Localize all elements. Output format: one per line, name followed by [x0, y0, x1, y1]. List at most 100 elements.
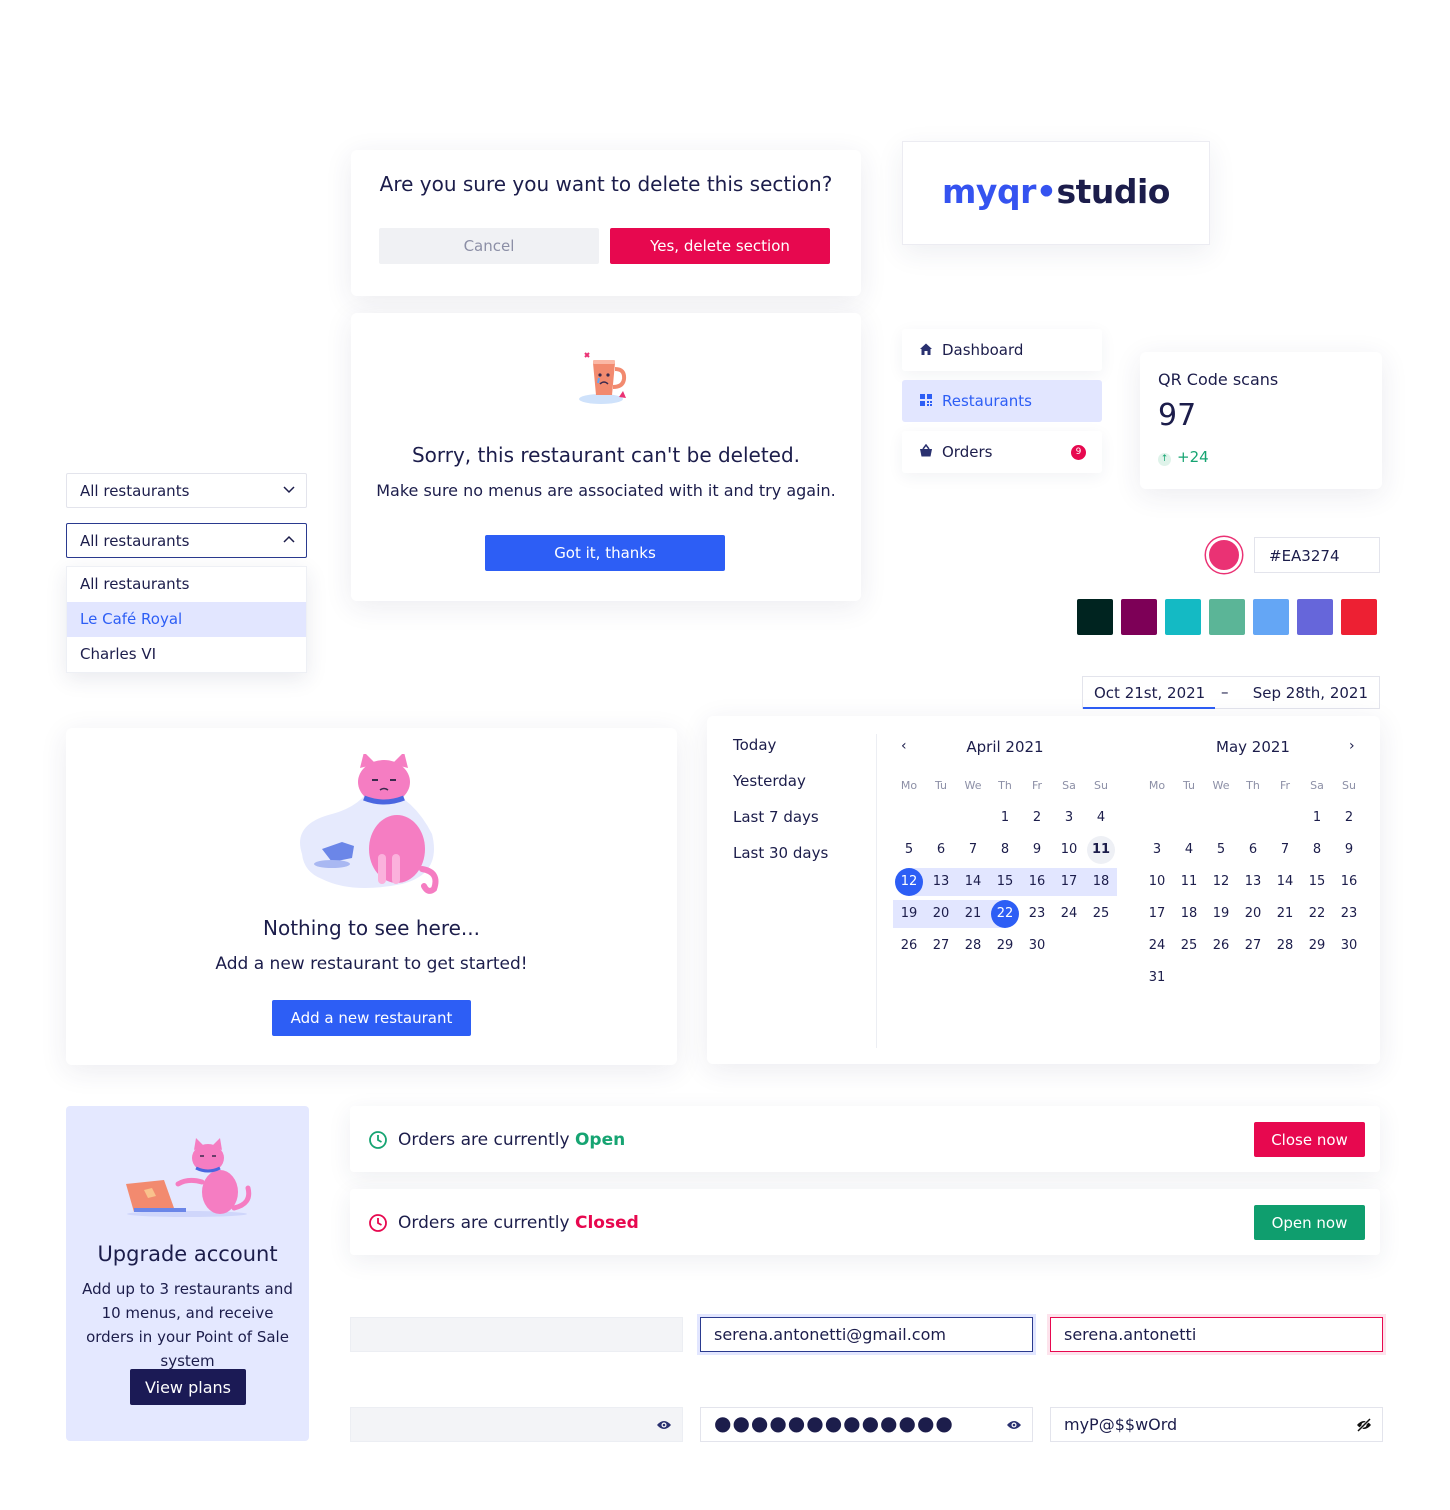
- calendar-day[interactable]: 31: [1141, 964, 1173, 992]
- calendar-day[interactable]: 25: [1173, 932, 1205, 960]
- date-range-end[interactable]: Sep 28th, 2021: [1253, 684, 1368, 702]
- open-now-button[interactable]: Open now: [1254, 1205, 1365, 1240]
- eye-icon[interactable]: [656, 1418, 672, 1432]
- color-swatch[interactable]: [1077, 599, 1113, 635]
- calendar-day[interactable]: 12: [1205, 868, 1237, 896]
- nav-restaurants[interactable]: Restaurants: [902, 380, 1102, 422]
- calendar-day[interactable]: 7: [1269, 836, 1301, 864]
- calendar-day[interactable]: 30: [1021, 932, 1053, 960]
- calendar-day[interactable]: 13: [1237, 868, 1269, 896]
- view-plans-button[interactable]: View plans: [130, 1369, 246, 1405]
- eye-off-icon[interactable]: [1356, 1418, 1372, 1432]
- calendar-day[interactable]: 18: [1173, 900, 1205, 928]
- date-range-start[interactable]: Oct 21st, 2021: [1094, 684, 1205, 702]
- calendar-day[interactable]: 27: [1237, 932, 1269, 960]
- color-swatch[interactable]: [1165, 599, 1201, 635]
- calendar-day[interactable]: 6: [1237, 836, 1269, 864]
- color-swatch[interactable]: [1341, 599, 1377, 635]
- nav-dashboard[interactable]: Dashboard: [902, 329, 1102, 371]
- calendar-day[interactable]: 3: [1053, 804, 1085, 832]
- confirm-delete-button[interactable]: Yes, delete section: [610, 228, 830, 264]
- calendar-day[interactable]: 20: [1237, 900, 1269, 928]
- preset-yesterday[interactable]: Yesterday: [733, 772, 806, 790]
- cancel-button[interactable]: Cancel: [379, 228, 599, 264]
- dropdown-option-selected[interactable]: Le Café Royal: [67, 602, 306, 637]
- add-restaurant-button[interactable]: Add a new restaurant: [272, 1000, 471, 1036]
- dropdown-option[interactable]: Charles VI: [67, 637, 306, 672]
- calendar-day[interactable]: 11: [1173, 868, 1205, 896]
- calendar-day[interactable]: 19: [1205, 900, 1237, 928]
- calendar-day[interactable]: 13: [925, 868, 957, 896]
- calendar-day[interactable]: 15: [1301, 868, 1333, 896]
- calendar-day[interactable]: 26: [893, 932, 925, 960]
- color-swatch[interactable]: [1209, 599, 1245, 635]
- calendar-day[interactable]: 8: [1301, 836, 1333, 864]
- calendar-day[interactable]: 17: [1141, 900, 1173, 928]
- calendar-day[interactable]: 21: [957, 900, 989, 928]
- calendar-day[interactable]: 29: [1301, 932, 1333, 960]
- calendar-day[interactable]: 23: [1333, 900, 1365, 928]
- calendar-day[interactable]: 1: [1301, 804, 1333, 832]
- color-swatch[interactable]: [1253, 599, 1289, 635]
- restaurant-select[interactable]: All restaurants: [66, 473, 307, 508]
- calendar-day[interactable]: 19: [893, 900, 925, 928]
- color-swatch[interactable]: [1297, 599, 1333, 635]
- calendar-day[interactable]: 9: [1333, 836, 1365, 864]
- preset-last-7-days[interactable]: Last 7 days: [733, 808, 819, 826]
- preset-last-30-days[interactable]: Last 30 days: [733, 844, 828, 862]
- calendar-day[interactable]: 5: [893, 836, 925, 864]
- nav-orders[interactable]: Orders 9: [902, 431, 1102, 473]
- calendar-day[interactable]: 27: [925, 932, 957, 960]
- disabled-text-input[interactable]: [350, 1317, 683, 1352]
- color-swatch[interactable]: [1121, 599, 1157, 635]
- calendar-day[interactable]: 22: [989, 900, 1021, 928]
- calendar-day[interactable]: 14: [957, 868, 989, 896]
- calendar-day[interactable]: 8: [989, 836, 1021, 864]
- calendar-day[interactable]: 22: [1301, 900, 1333, 928]
- email-field-error[interactable]: serena.antonetti: [1050, 1317, 1383, 1352]
- calendar-day[interactable]: 24: [1141, 932, 1173, 960]
- calendar-day[interactable]: 29: [989, 932, 1021, 960]
- hex-color-input[interactable]: #EA3274: [1254, 537, 1380, 573]
- calendar-day[interactable]: 4: [1085, 804, 1117, 832]
- calendar-day[interactable]: 4: [1173, 836, 1205, 864]
- calendar-day[interactable]: 26: [1205, 932, 1237, 960]
- calendar-day[interactable]: 15: [989, 868, 1021, 896]
- calendar-day[interactable]: 10: [1141, 868, 1173, 896]
- calendar-day[interactable]: 12: [893, 868, 925, 896]
- calendar-day[interactable]: 30: [1333, 932, 1365, 960]
- dropdown-option[interactable]: All restaurants: [67, 567, 306, 602]
- calendar-day[interactable]: 21: [1269, 900, 1301, 928]
- password-field-visible[interactable]: myP@$$wOrd: [1050, 1407, 1383, 1442]
- calendar-day[interactable]: 2: [1333, 804, 1365, 832]
- calendar-day[interactable]: 1: [989, 804, 1021, 832]
- got-it-button[interactable]: Got it, thanks: [485, 535, 725, 571]
- restaurant-select-open[interactable]: All restaurants: [66, 523, 307, 558]
- disabled-password-input[interactable]: [350, 1407, 683, 1442]
- eye-icon[interactable]: [1006, 1418, 1022, 1432]
- calendar-day[interactable]: 16: [1021, 868, 1053, 896]
- calendar-day[interactable]: 9: [1021, 836, 1053, 864]
- calendar-day[interactable]: 25: [1085, 900, 1117, 928]
- calendar-day[interactable]: 24: [1053, 900, 1085, 928]
- current-color-swatch[interactable]: [1206, 537, 1242, 573]
- calendar-day[interactable]: 18: [1085, 868, 1117, 896]
- calendar-day[interactable]: 20: [925, 900, 957, 928]
- calendar-day[interactable]: 10: [1053, 836, 1085, 864]
- calendar-day[interactable]: 28: [1269, 932, 1301, 960]
- calendar-day[interactable]: 14: [1269, 868, 1301, 896]
- password-field-masked[interactable]: ●●●●●●●●●●●●●: [700, 1407, 1033, 1442]
- calendar-day[interactable]: 3: [1141, 836, 1173, 864]
- calendar-day[interactable]: 5: [1205, 836, 1237, 864]
- calendar-day[interactable]: 7: [957, 836, 989, 864]
- calendar-day[interactable]: 28: [957, 932, 989, 960]
- calendar-day[interactable]: 2: [1021, 804, 1053, 832]
- calendar-day[interactable]: 6: [925, 836, 957, 864]
- date-range-input[interactable]: Oct 21st, 2021 – Sep 28th, 2021: [1082, 676, 1380, 709]
- calendar-day[interactable]: 17: [1053, 868, 1085, 896]
- calendar-day[interactable]: 16: [1333, 868, 1365, 896]
- calendar-day[interactable]: 23: [1021, 900, 1053, 928]
- close-now-button[interactable]: Close now: [1254, 1122, 1365, 1157]
- calendar-day[interactable]: 11: [1087, 836, 1115, 864]
- preset-today[interactable]: Today: [733, 736, 776, 754]
